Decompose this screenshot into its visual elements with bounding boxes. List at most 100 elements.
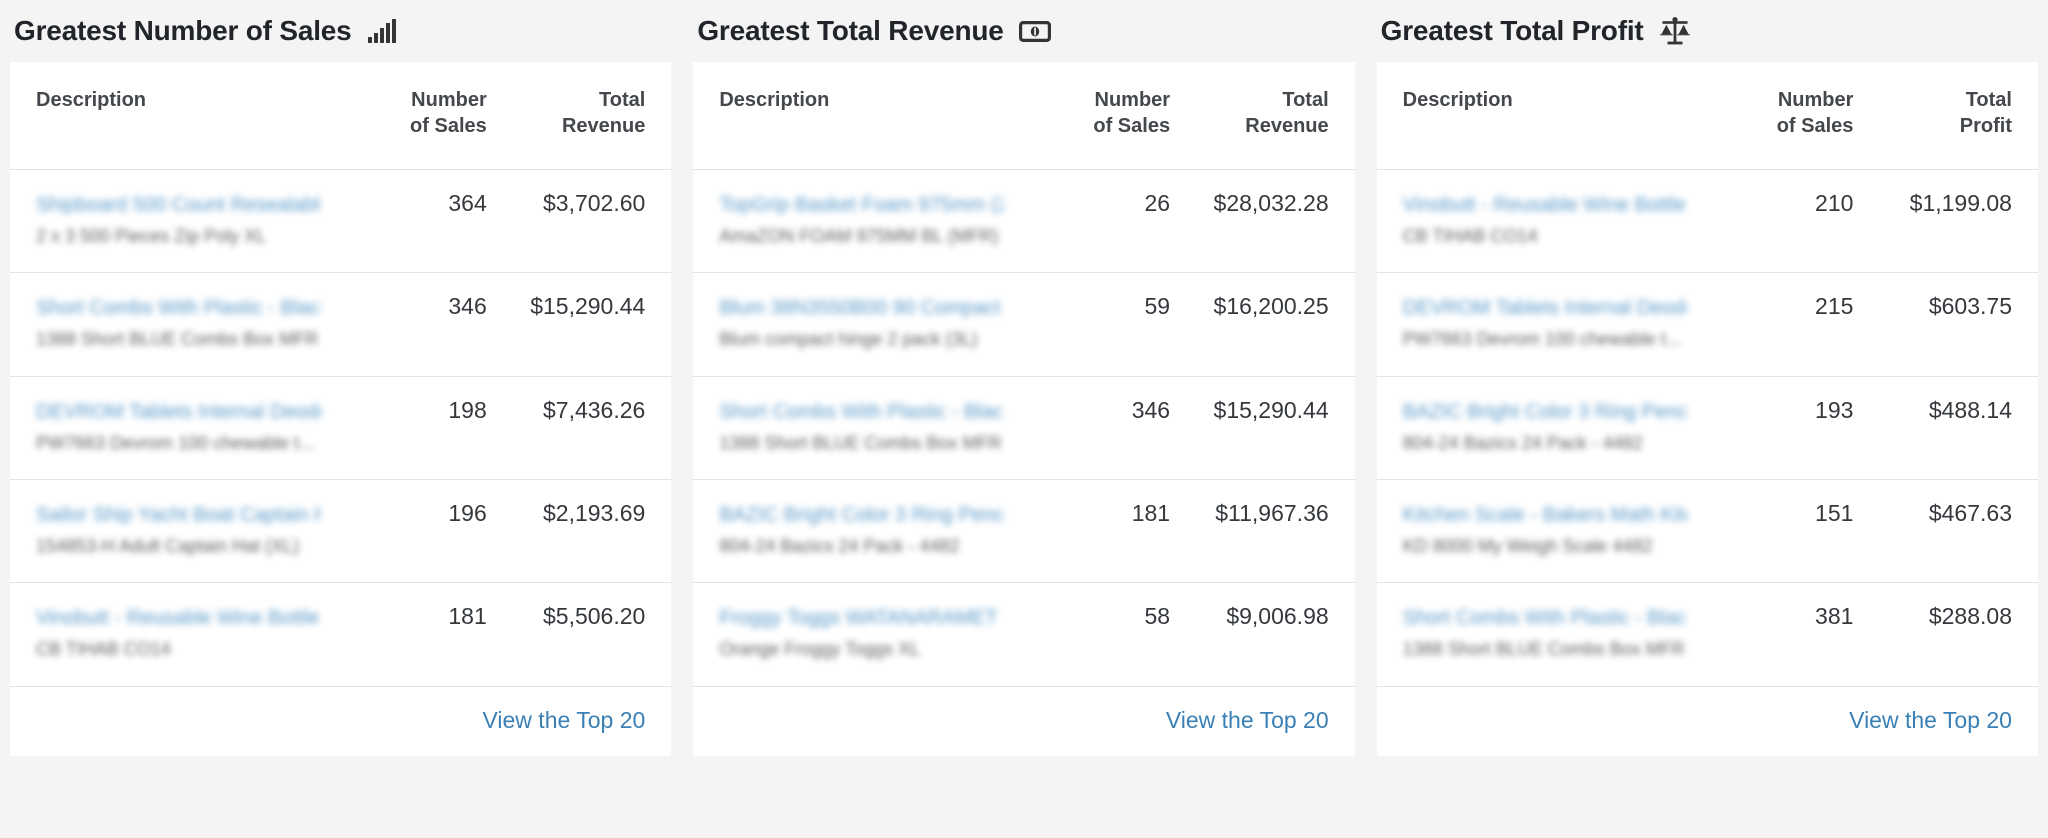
table-row: Vinobutt - Reusable Wine Bottle ... CB T…: [10, 582, 672, 686]
table-header: Description Number of Sales Total Profit: [1377, 62, 2038, 170]
cell-description: BAZIC Bright Color 3 Ring Pencil ... 804…: [693, 480, 1004, 583]
cell-description: DEVROM Tablets Internal Deodo... PW7663 …: [10, 376, 321, 479]
column-header-line2: of Sales: [1093, 114, 1171, 137]
table-row: Short Combs With Plastic - Black 1388 Sh…: [1376, 582, 2038, 686]
cell-number-of-sales: 381: [1815, 603, 1854, 630]
card-greatest-total-profit: Description Number of Sales Total Profit: [1376, 62, 2038, 756]
cell-number-of-sales: 364: [448, 190, 487, 217]
table-row: Shipboard 500 Count Resealable... 2 x 3 …: [10, 169, 672, 273]
column-header-line2: Profit: [1959, 114, 2012, 137]
product-subtitle: PW7663 Devrom 100 chewable t...: [36, 432, 315, 453]
product-subtitle: CB TIHAB CO14: [36, 639, 171, 660]
table-row: Short Combs With Plastic - Black 1388 Sh…: [10, 272, 672, 376]
table-row: Short Combs With Plastic - Black 1388 Sh…: [693, 376, 1355, 479]
product-subtitle: 154853-H Adult Captain Hat (XL): [36, 536, 300, 557]
cell-number-of-sales: 181: [1131, 500, 1171, 527]
view-top-20-link[interactable]: View the Top 20: [1166, 707, 1329, 733]
table-header: Description Number of Sales Total Revenu…: [693, 62, 1354, 170]
column-header-line1: Number: [411, 89, 487, 111]
cell-number-of-sales: 210: [1815, 190, 1854, 217]
product-link[interactable]: Short Combs With Plastic - Black: [719, 399, 1004, 426]
page-title: Greatest Number of Sales: [14, 15, 352, 46]
column-header-line2: Revenue: [561, 114, 646, 137]
product-link[interactable]: TopGrip Basket Foam 975mm (2.1...: [719, 192, 1004, 219]
cell-total-revenue: $11,967.36: [1215, 500, 1329, 527]
product-link[interactable]: BAZIC Bright Color 3 Ring Pencil ...: [719, 502, 1004, 529]
product-subtitle: 1388 Short BLUE Combs Box MFR: [1402, 639, 1685, 660]
cell-number-of-sales: 59: [1144, 293, 1171, 320]
table-row: DEVROM Tablets Internal Deodo... PW7663 …: [1376, 272, 2038, 376]
product-link[interactable]: Short Combs With Plastic - Black: [36, 295, 321, 322]
product-link[interactable]: Short Combs With Plastic - Black: [1403, 605, 1688, 632]
product-link[interactable]: DEVROM Tablets Internal Deodo...: [36, 399, 321, 426]
product-link[interactable]: Vinobutt - Reusable Wine Bottle ...: [36, 605, 321, 632]
cell-total-profit: $288.08: [1928, 603, 2012, 630]
product-link[interactable]: Shipboard 500 Count Resealable...: [36, 192, 321, 219]
cell-number-of-sales: 215: [1815, 293, 1854, 320]
table-row: Vinobutt - Reusable Wine Bottle ... CB T…: [1376, 169, 2038, 273]
cell-description: Shipboard 500 Count Resealable... 2 x 3 …: [10, 170, 321, 273]
table-body: TopGrip Basket Foam 975mm (2.1... AmaZON…: [693, 169, 1355, 686]
cell-total-profit: $1,199.08: [1909, 190, 2012, 217]
product-link[interactable]: Sailor Ship Yacht Boat Captain H...: [36, 502, 321, 529]
view-top-20-link[interactable]: View the Top 20: [482, 707, 645, 733]
column-header-description: Description: [1402, 89, 1513, 111]
view-top-20-link[interactable]: View the Top 20: [1849, 707, 2012, 733]
card-footer: View the Top 20: [693, 685, 1355, 756]
product-subtitle: 1388 Short BLUE Combs Box MFR: [36, 329, 319, 350]
product-subtitle: CB TIHAB CO14: [1402, 226, 1538, 247]
table-header-row: Description Number of Sales Total Revenu…: [693, 62, 1354, 170]
cell-number-of-sales: 198: [448, 396, 487, 423]
cell-number-of-sales: 151: [1815, 500, 1854, 527]
table-body: Vinobutt - Reusable Wine Bottle ... CB T…: [1376, 169, 2038, 686]
cell-description: Sailor Ship Yacht Boat Captain H... 1548…: [10, 480, 321, 583]
product-subtitle: 2 x 3 500 Pieces Zip Poly XL: [36, 226, 267, 247]
product-link[interactable]: BAZIC Bright Color 3 Ring Pencil ...: [1403, 399, 1688, 426]
table-header-row: Description Number of Sales Total Revenu…: [10, 62, 671, 170]
cell-total-revenue: $16,200.25: [1213, 293, 1329, 320]
product-subtitle: Orange Froggy Toggs XL: [719, 639, 921, 660]
panel-greatest-total-revenue: Greatest Total Revenue Description Numbe…: [693, 0, 1355, 756]
product-link[interactable]: Vinobutt - Reusable Wine Bottle ...: [1403, 192, 1688, 219]
cell-number-of-sales: 346: [448, 293, 487, 320]
product-link[interactable]: DEVROM Tablets Internal Deodo...: [1403, 295, 1688, 322]
column-header-line1: Total: [1282, 89, 1329, 111]
cell-description: Short Combs With Plastic - Black 1388 Sh…: [693, 376, 1004, 479]
column-header-line1: Total: [1965, 89, 2012, 111]
cell-total-revenue: $15,290.44: [1213, 396, 1329, 423]
cell-total-revenue: $5,506.20: [543, 603, 646, 630]
product-subtitle: 1388 Short BLUE Combs Box MFR: [719, 432, 1002, 453]
cell-total-revenue: $15,290.44: [530, 293, 646, 320]
product-link[interactable]: Blum 38N3550B00 90 Compact C...: [719, 295, 1004, 322]
dashboard-panels: Greatest Number of Sales Description Num…: [0, 0, 2048, 838]
product-subtitle: 804-24 Bazics 24 Pack - 4482: [1402, 432, 1643, 453]
table-body: Shipboard 500 Count Resealable... 2 x 3 …: [10, 169, 672, 686]
panel-greatest-number-of-sales: Greatest Number of Sales Description Num…: [10, 0, 672, 756]
column-header-total-revenue: Total Revenue: [1176, 62, 1355, 170]
cell-total-revenue: $7,436.26: [543, 396, 646, 423]
cell-description: DEVROM Tablets Internal Deodo... PW7663 …: [1377, 273, 1688, 376]
column-header-number-of-sales: Number of Sales: [1004, 62, 1176, 170]
panel-header: Greatest Total Profit: [1377, 0, 2038, 62]
column-header-number-of-sales: Number of Sales: [1687, 62, 1859, 170]
column-header-line1: Total: [599, 89, 646, 111]
scales-icon: [1658, 16, 1692, 46]
column-header-total-revenue: Total Revenue: [493, 62, 672, 170]
table-header: Description Number of Sales Total Revenu…: [10, 62, 671, 170]
product-subtitle: Blum compact hinge 2 pack (3L): [719, 329, 978, 350]
cell-number-of-sales: 26: [1144, 190, 1171, 217]
cell-number-of-sales: 58: [1144, 603, 1171, 630]
cell-total-revenue: $2,193.69: [543, 500, 646, 527]
money-bill-icon: [1018, 16, 1052, 46]
column-header-total-profit: Total Profit: [1859, 62, 2038, 170]
column-header-line1: Number: [1777, 89, 1854, 111]
product-subtitle: 804-24 Bazics 24 Pack - 4482: [719, 536, 960, 557]
card-greatest-number-of-sales: Description Number of Sales Total Revenu…: [10, 62, 672, 756]
table-row: Blum 38N3550B00 90 Compact C... Blum com…: [693, 272, 1355, 376]
cell-description: Vinobutt - Reusable Wine Bottle ... CB T…: [1377, 170, 1688, 273]
cell-description: BAZIC Bright Color 3 Ring Pencil ... 804…: [1377, 376, 1688, 479]
cell-number-of-sales: 196: [448, 500, 487, 527]
product-link[interactable]: Froggy Toggs WATANARAMET Chil...: [719, 605, 1004, 632]
product-link[interactable]: Kitchen Scale - Bakers Math Kitc...: [1403, 502, 1688, 529]
cell-description: TopGrip Basket Foam 975mm (2.1... AmaZON…: [693, 170, 1004, 273]
